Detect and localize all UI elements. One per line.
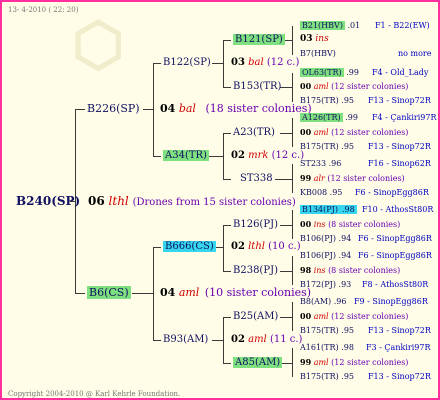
connector: [153, 63, 161, 64]
gen4-row: OL63(TR) .99: [300, 68, 359, 77]
connector: [75, 293, 85, 294]
gen2-b666-mating: 02 lthl (10 c.): [231, 241, 301, 252]
root-queen-id: B240(SP): [16, 194, 81, 208]
connector: [275, 179, 293, 180]
gen3-b121-id: B121(SP): [233, 34, 285, 45]
gen4-row: B106(PJ) .94: [300, 251, 352, 260]
connector: [280, 225, 293, 226]
connector: [223, 87, 231, 88]
gen4-mating: 03 ins: [300, 34, 329, 44]
gen1-lower-mating: 04 aml (10 sister colonies): [160, 286, 312, 299]
gen3-a85-id: A85(AM): [233, 357, 283, 368]
connector: [223, 225, 231, 226]
root-breeder: lthl: [108, 194, 129, 208]
root-mating-line: 06 lthl (Drones from 15 sister colonies): [88, 194, 296, 210]
gen4-row: B175(TR) .95: [300, 142, 355, 151]
connector: [280, 87, 293, 88]
gen3-b153-id: B153(TR): [233, 81, 282, 92]
gen4-row: KB008 .95: [300, 188, 343, 197]
connector: [153, 156, 161, 157]
gen3-b126-id: B126(PJ): [233, 219, 278, 230]
connector: [143, 109, 154, 110]
connector: [212, 340, 224, 341]
connector: [223, 133, 231, 134]
gen4-mating: 00 aml (12 sister colonies): [300, 311, 409, 321]
connector: [223, 363, 231, 364]
gen2-b122-id: B122(SP): [163, 57, 211, 68]
gen2-a34-mating: 02 mrk (12 c.): [231, 150, 305, 161]
root-drones-note: (Drones from 15 sister colonies): [132, 197, 296, 208]
gen4-ref: F13 - Sinop72R: [368, 96, 431, 105]
gen4-mating: 98 ins (8 sister colonies): [300, 265, 401, 275]
gen2-b93-mating: 02 aml (11 c.): [231, 334, 303, 345]
connector: [223, 179, 231, 180]
gen4-ref: F9 - SinopEgg86R: [354, 297, 428, 306]
gen4-mating: 00 aml (12 sister colonies): [300, 127, 409, 137]
gen2-a34-id: A34(TR): [163, 150, 209, 161]
gen1-lower-id: B6(CS): [87, 286, 131, 299]
gen4-ref: F13 - Sinop72R: [368, 142, 431, 151]
connector: [223, 271, 231, 272]
gen3-b25-id: B25(AM): [233, 311, 279, 322]
gen3-st338-id: ST338: [240, 173, 273, 184]
gen4-row: B172(PJ) .93: [300, 280, 352, 289]
gen4-ref: F13 - Sinop72R: [368, 326, 431, 335]
gen4-ref: F4 - Old_Lady: [372, 68, 429, 77]
gen4-ref: F16 - Sinop62R: [368, 159, 431, 168]
gen4-ref: F6 - SinopEgg86R: [358, 251, 432, 260]
gen3-a23-id: A23(TR): [233, 127, 275, 138]
gen1-upper-id: B226(SP): [87, 102, 140, 115]
connector: [75, 109, 85, 110]
gen4-row: B175(TR) .95: [300, 96, 355, 105]
gen4-ref: F1 - B22(EW): [375, 21, 430, 30]
gen4-row: B21(HBV) .01: [300, 21, 361, 30]
connector: [223, 225, 224, 271]
gen4-ref: F8 - AthosSt80R: [362, 280, 429, 289]
gen4-ref: F10 - AthosSt80R: [362, 205, 434, 214]
gen4-mating: 99 alr (12 sister colonies): [300, 173, 405, 183]
gen4-mating: 00 aml (12 sister colonies): [300, 81, 409, 91]
gen2-b93-id: B93(AM): [163, 334, 209, 345]
gen4-mating: 00 ins (8 sister colonies): [300, 219, 401, 229]
connector: [223, 317, 231, 318]
gen2-b666-id: B666(CS): [163, 241, 216, 252]
root-year: 06: [88, 194, 105, 208]
gen4-row: B8(AM) .96: [300, 297, 347, 306]
gen4-row: B175(TR) .95: [300, 372, 355, 381]
connector: [209, 156, 224, 157]
gen4-row: A161(TR) .98: [300, 343, 354, 352]
gen4-row: B175(TR) .95: [300, 326, 355, 335]
date-stamp: 13- 4-2010 ( 22: 20): [8, 6, 79, 14]
connector: [132, 293, 154, 294]
gen4-ref: F6 - SinopEgg86R: [358, 234, 432, 243]
gen4-ref: F3 - Çankiri97R: [366, 343, 431, 352]
gen4-mating: 99 aml (12 sister colonies): [300, 357, 409, 367]
gen4-ref: F4 - Çankiri97R: [372, 113, 437, 122]
gen4-ref: no more: [398, 49, 432, 58]
gen4-row: A126(TR) .99: [300, 113, 358, 122]
gen4-ref: F13 - Sinop72R: [368, 372, 431, 381]
connector: [223, 40, 231, 41]
gen2-b122-mating: 03 bal (12 c.): [231, 57, 300, 68]
pedigree-chart: ⬡ 13- 4-2010 ( 22: 20) B240(SP) 06 lthl …: [0, 0, 440, 400]
connector: [280, 133, 293, 134]
gen4-row: B7(HBV): [300, 49, 336, 58]
gen3-b238-id: B238(PJ): [233, 265, 278, 276]
gen4-row: B134(PJ) .98: [300, 205, 357, 214]
gen4-ref: F6 - SinopEgg86R: [355, 188, 429, 197]
connector: [280, 317, 293, 318]
connector: [153, 247, 161, 248]
copyright-footer: Copyright 2004-2010 @ Karl Kehrle Founda…: [8, 390, 181, 398]
connector: [212, 63, 224, 64]
gen4-row: B106(PJ) .94: [300, 234, 352, 243]
connector: [153, 340, 161, 341]
gen4-row: ST233 .96: [300, 159, 342, 168]
gen1-upper-mating: 04 bal (18 sister colonies): [160, 102, 312, 115]
watermark-logo: ⬡: [72, 10, 125, 80]
connector: [280, 271, 293, 272]
